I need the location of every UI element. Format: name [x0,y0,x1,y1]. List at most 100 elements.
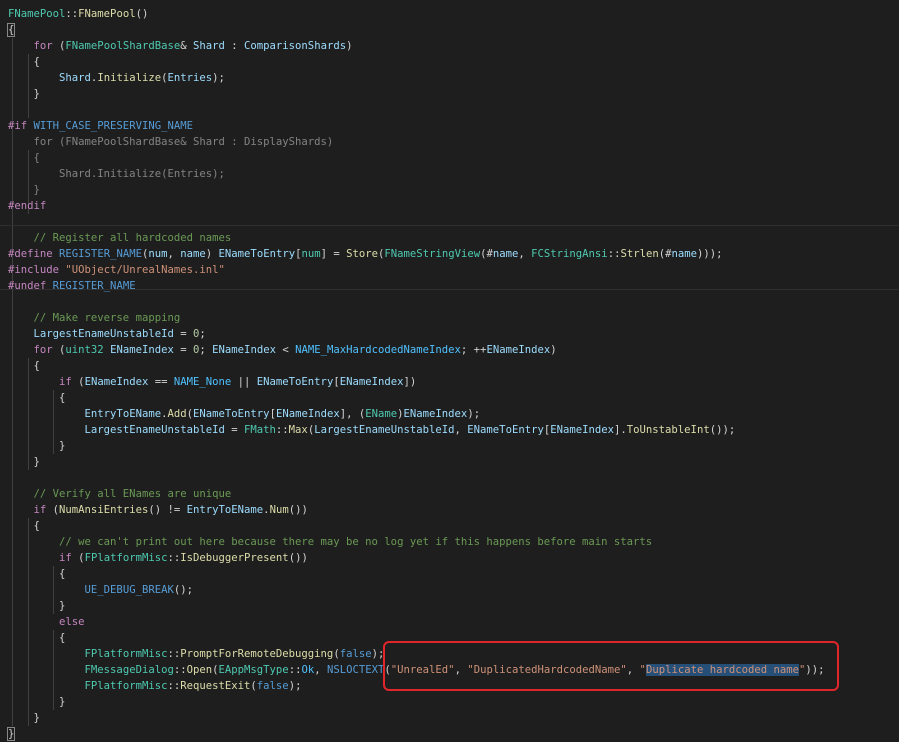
code-token: ( [46,503,60,516]
code-token: if [33,503,47,516]
code-line[interactable]: { [6,22,893,38]
code-line[interactable]: if (FPlatformMisc::IsDebuggerPresent()) [8,550,893,566]
code-token: LargestEnameUnstableId [314,423,455,436]
code-line[interactable] [8,214,893,230]
code-line[interactable]: for (FNamePoolShardBase& Shard : Display… [8,134,893,150]
code-token: ( [52,343,66,356]
code-token: name [180,247,206,260]
code-token: ) [205,247,219,260]
code-token: false [256,679,289,692]
code-token: Shard.Initialize(Entries); [8,167,225,180]
code-token: ComparisonShards [244,39,347,52]
code-line[interactable]: { [8,390,893,406]
code-token: { [8,359,40,372]
code-line[interactable]: for (uint32 ENameIndex = 0; ENameIndex <… [8,342,893,358]
code-line[interactable]: } [6,726,893,742]
code-line[interactable]: // Make reverse mapping [8,310,893,326]
code-line[interactable]: // Register all hardcoded names [8,230,893,246]
code-line[interactable]: } [8,182,893,198]
code-token: ENameIndex [275,407,340,420]
code-token: || [231,375,257,388]
code-token: Entries [167,71,213,84]
code-token: else [59,615,85,628]
code-line[interactable]: #endif [8,198,893,214]
code-line[interactable]: #undef REGISTER_NAME [8,278,893,294]
code-token: Shard [59,71,91,84]
code-line[interactable]: UE_DEBUG_BREAK(); [8,582,893,598]
code-token: FPlatformMisc [84,647,168,660]
code-token: NAME_MaxHardcodedNameIndex [295,343,461,356]
code-line[interactable]: } [8,86,893,102]
code-token: { [8,151,40,164]
code-token: } [6,726,16,741]
code-token: , [167,247,181,260]
code-token: FMessageDialog [84,663,174,676]
code-token: () [135,7,149,20]
code-line[interactable]: } [8,710,893,726]
code-token: , [518,247,532,260]
code-line[interactable]: EntryToEName.Add(ENameToEntry[ENameIndex… [8,406,893,422]
code-line[interactable]: } [8,598,893,614]
code-token: ENameToEntry [256,375,334,388]
code-token: ) [550,343,557,356]
code-token: :: [167,551,181,564]
code-line[interactable] [8,470,893,486]
code-line[interactable]: Shard.Initialize(Entries); [8,166,893,182]
code-line[interactable] [8,294,893,310]
code-token: (# [658,247,672,260]
code-line[interactable]: { [8,54,893,70]
code-line[interactable]: // we can't print out here because there… [8,534,893,550]
code-line[interactable]: if (NumAnsiEntries() != EntryToEName.Num… [8,502,893,518]
code-token: // we can't print out here because there… [59,535,653,548]
code-line[interactable]: { [8,518,893,534]
code-line[interactable]: FNamePool::FNamePool() [8,6,893,22]
code-token: :: [65,7,79,20]
code-token: #undef [8,279,47,292]
code-line[interactable]: } [8,454,893,470]
code-line[interactable] [8,102,893,118]
code-token: Max [288,423,308,436]
code-token: ENameIndex [339,375,404,388]
code-token: ()) [288,503,308,516]
code-line[interactable]: Shard.Initialize(Entries); [8,70,893,86]
code-token: ENameIndex [550,423,615,436]
code-token: EName [365,407,398,420]
code-line[interactable]: } [8,694,893,710]
code-editor[interactable]: FNamePool::FNamePool(){ for (FNamePoolSh… [0,0,899,741]
code-token: FNamePool [78,7,136,20]
code-line[interactable]: { [8,566,893,582]
code-line[interactable]: for (FNamePoolShardBase& Shard : Compari… [8,38,893,54]
code-token: ()); [709,423,736,436]
code-line[interactable]: #if WITH_CASE_PRESERVING_NAME [8,118,893,134]
code-line[interactable]: LargestEnameUnstableId = 0; [8,326,893,342]
code-token: : [224,39,245,52]
code-token: Open [186,663,213,676]
code-token: Shard [193,39,225,52]
code-line[interactable]: else [8,614,893,630]
code-line[interactable]: #include "UObject/UnrealNames.inl" [8,262,893,278]
code-token: ]) [403,375,417,388]
code-line[interactable]: LargestEnameUnstableId = FMath::Max(Larg… [8,422,893,438]
code-line[interactable]: { [8,150,893,166]
code-token: ], ( [339,407,366,420]
code-token: } [8,439,66,452]
code-token: #define [8,247,53,260]
code-token: LargestEnameUnstableId [33,327,174,340]
code-token: NumAnsiEntries [59,503,149,516]
code-line[interactable]: { [8,358,893,374]
code-token: num [148,247,168,260]
code-line[interactable]: // Verify all ENames are unique [8,486,893,502]
code-token: FNamePool [8,7,66,20]
code-line[interactable]: } [8,438,893,454]
code-token: ) [346,39,353,52]
code-token: NSLOCTEXT [326,663,385,676]
code-token: name [492,247,519,260]
highlight-annotation-box [383,641,839,691]
code-token: { [6,22,16,37]
code-token: LargestEnameUnstableId [84,423,225,436]
code-line[interactable]: if (ENameIndex == NAME_None || ENameToEn… [8,374,893,390]
code-line[interactable]: #define REGISTER_NAME(num, name) ENameTo… [8,246,893,262]
